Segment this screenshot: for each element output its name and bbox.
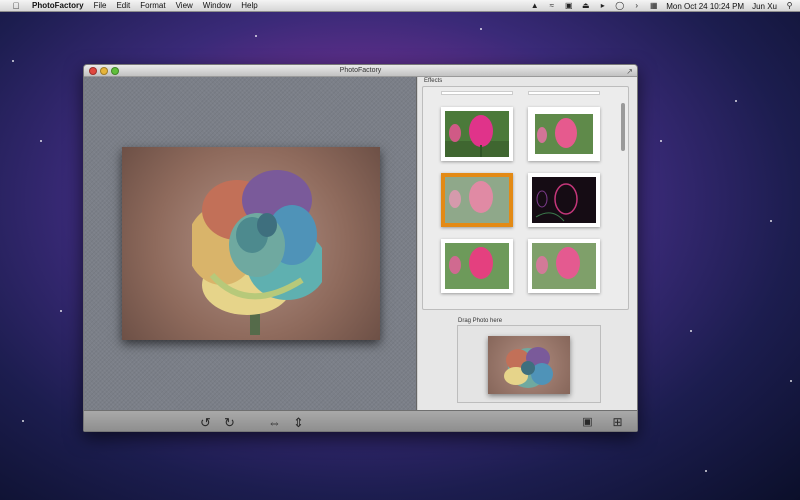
effects-sidebar: Effects Drag Photo here [418,77,637,410]
effect-thumb-faded[interactable] [441,173,513,227]
effect-thumb-vignette[interactable] [441,239,513,293]
spotlight-search-icon[interactable]: ⚲ [785,2,794,10]
close-button[interactable] [89,67,97,75]
bluetooth-icon[interactable]: › [632,2,641,10]
tulip-image [532,243,596,289]
effect-thumb-soft[interactable] [528,239,600,293]
menu-app-name[interactable]: PhotoFactory [32,1,84,10]
effects-scrollbar[interactable] [621,103,625,151]
zoom-button[interactable] [111,67,119,75]
rose-image [192,170,322,335]
eject-icon[interactable]: ⏏ [581,2,590,10]
drop-zone[interactable] [457,325,601,403]
menu-window[interactable]: Window [203,1,231,10]
rose-image [504,347,553,388]
flip-horizontal-icon[interactable]: ⇔ [267,415,282,430]
tulip-image [445,177,509,223]
tulip-image [532,177,596,223]
calendar-icon[interactable]: ▦ [649,2,658,10]
window-title: PhotoFactory [339,67,382,74]
flip-vertical-icon[interactable]: ⇕ [291,415,306,430]
rotate-right-icon[interactable]: ↻ [222,415,237,430]
canvas-area [84,77,417,410]
effect-thumb-rough-edge[interactable] [528,107,600,161]
title-bar[interactable]: PhotoFactory ↗ [84,65,637,77]
effect-thumb-partial[interactable] [528,91,600,95]
menu-edit[interactable]: Edit [116,1,130,10]
menu-view[interactable]: View [176,1,193,10]
main-photo[interactable] [122,147,380,340]
tulip-image [445,111,509,157]
effect-thumb-original[interactable] [441,107,513,161]
menu-format[interactable]: Format [140,1,165,10]
tulip-image [445,243,509,289]
bottom-toolbar: ↺ ↻ ⇔ ⇕ ▣ ⊞ [84,410,637,431]
tulip-image [535,114,593,154]
source-photo-thumbnail [488,336,570,394]
battery-icon[interactable]: ▣ [564,2,573,10]
status-area: ▲ ≈ ▣ ⏏ ▸ ◯ › ▦ Mon Oct 24 10:24 PM Jun … [530,0,794,12]
apple-icon[interactable]:  [10,1,22,11]
effects-list[interactable] [422,86,629,310]
wifi-icon[interactable]: ≈ [547,2,556,10]
menu-help[interactable]: Help [241,1,257,10]
clock[interactable]: Mon Oct 24 10:24 PM [666,2,744,11]
effect-thumb-glow-edge[interactable] [528,173,600,227]
drop-label: Drag Photo here [458,318,503,324]
photofactory-window: PhotoFactory ↗ Effects Drag Photo here ↺… [83,64,638,432]
save-icon[interactable]: ▣ [580,415,595,430]
rotate-left-icon[interactable]: ↺ [198,415,213,430]
user-name[interactable]: Jun Xu [752,2,777,11]
volume-icon[interactable]: ▸ [598,2,607,10]
menu-file[interactable]: File [94,1,107,10]
effect-thumb-partial[interactable] [441,91,513,95]
crop-icon[interactable]: ⊞ [610,415,625,430]
minimize-button[interactable] [100,67,108,75]
effects-label: Effects [424,78,443,84]
menu-bar:  PhotoFactory File Edit Format View Win… [0,0,800,12]
time-machine-icon[interactable]: ◯ [615,2,624,10]
notification-icon[interactable]: ▲ [530,2,539,10]
